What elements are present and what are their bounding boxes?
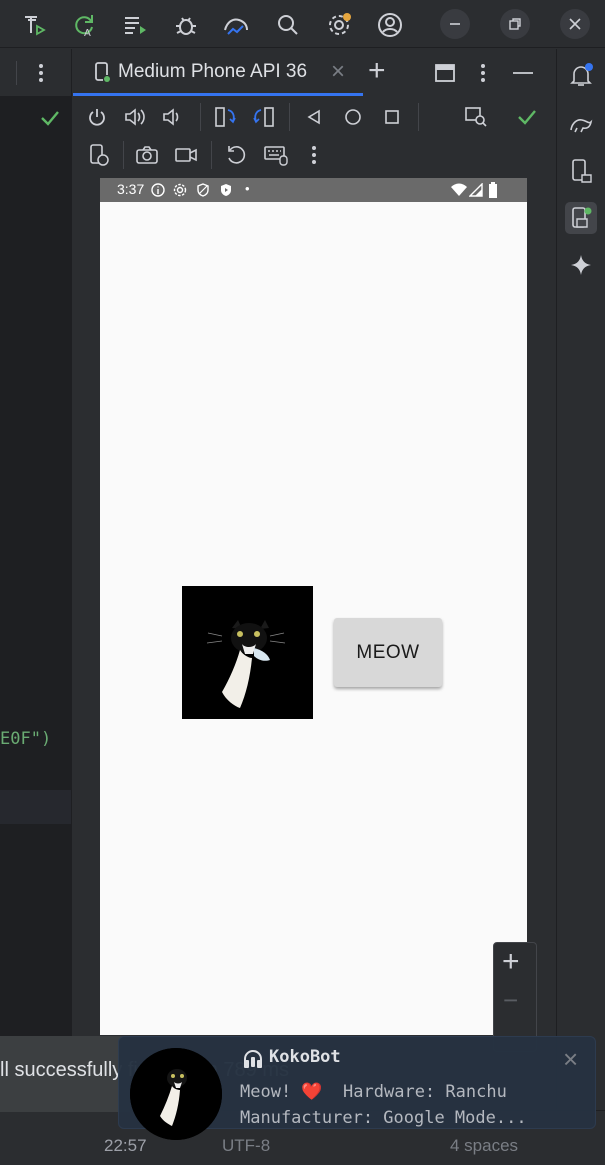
emulator-screen[interactable] bbox=[100, 178, 527, 1035]
divider bbox=[123, 141, 124, 169]
device-settings-icon[interactable] bbox=[87, 142, 111, 168]
divider bbox=[200, 103, 201, 131]
success-check-icon bbox=[515, 105, 539, 129]
notification-line-2: Manufacturer: Google Mode... bbox=[240, 1108, 527, 1128]
notification-close-icon[interactable]: × bbox=[563, 1044, 578, 1075]
settings-status-icon bbox=[172, 182, 188, 198]
running-devices-icon[interactable] bbox=[565, 202, 597, 234]
account-icon[interactable] bbox=[376, 11, 404, 39]
tab-label: Medium Phone API 36 bbox=[118, 61, 308, 82]
no-problems-check-icon bbox=[38, 107, 62, 129]
cursor-position[interactable]: 22:57 bbox=[104, 1136, 147, 1156]
headphones-icon bbox=[241, 1048, 265, 1070]
file-encoding[interactable]: UTF-8 bbox=[222, 1136, 270, 1156]
layout-inspector-icon[interactable] bbox=[463, 105, 489, 129]
settings-icon[interactable] bbox=[325, 11, 353, 39]
shield-icon bbox=[195, 182, 211, 198]
meow-button[interactable]: MEOW bbox=[334, 618, 442, 687]
screenshot-icon[interactable] bbox=[134, 142, 160, 168]
device-icon bbox=[92, 60, 114, 86]
notification-line-1: Meow! ❤️ Hardware: Ranchu bbox=[240, 1082, 507, 1102]
play-protect-icon bbox=[218, 182, 234, 198]
hide-panel-icon[interactable] bbox=[510, 60, 536, 86]
theme-run-icon[interactable] bbox=[20, 11, 48, 39]
reset-icon[interactable] bbox=[223, 142, 249, 168]
gemini-icon[interactable] bbox=[566, 250, 596, 280]
cat-image bbox=[182, 586, 313, 719]
svg-text:A: A bbox=[84, 28, 91, 38]
keyboard-mouse-icon[interactable] bbox=[262, 142, 290, 168]
restore-icon[interactable] bbox=[500, 9, 530, 39]
add-tab-icon[interactable]: + bbox=[368, 54, 386, 88]
power-icon[interactable] bbox=[85, 105, 109, 129]
notifications-icon[interactable] bbox=[566, 60, 596, 90]
rotate-right-icon[interactable] bbox=[251, 105, 277, 129]
kokobot-avatar bbox=[130, 1048, 222, 1140]
status-time: 3:37 bbox=[117, 181, 145, 197]
code-fragment: E0F") bbox=[0, 729, 52, 749]
tab-underline bbox=[73, 93, 363, 96]
battery-icon bbox=[486, 181, 500, 199]
signal-icon bbox=[468, 182, 484, 198]
divider bbox=[71, 49, 72, 1109]
home-icon[interactable] bbox=[341, 105, 365, 129]
more-options-icon[interactable] bbox=[30, 60, 52, 86]
zoom-in-button[interactable]: + bbox=[502, 945, 520, 979]
indent-setting[interactable]: 4 spaces bbox=[450, 1136, 518, 1156]
volume-down-icon[interactable] bbox=[160, 105, 184, 129]
overview-icon[interactable] bbox=[380, 105, 404, 129]
wifi-icon bbox=[451, 182, 467, 198]
gradle-icon[interactable] bbox=[566, 108, 596, 138]
minimize-icon[interactable] bbox=[440, 9, 470, 39]
info-icon bbox=[150, 182, 166, 198]
apply-changes-icon[interactable]: A bbox=[70, 11, 98, 39]
debug-icon[interactable] bbox=[172, 11, 200, 39]
window-layout-icon[interactable] bbox=[432, 60, 458, 86]
divider bbox=[289, 103, 290, 131]
divider bbox=[418, 103, 419, 131]
screen-record-icon[interactable] bbox=[173, 142, 199, 168]
more-device-actions-icon[interactable] bbox=[303, 142, 325, 168]
close-icon[interactable] bbox=[560, 9, 590, 39]
profiler-icon[interactable] bbox=[222, 11, 250, 39]
zoom-out-button[interactable]: − bbox=[503, 985, 518, 1016]
notification-title: KokoBot bbox=[269, 1047, 341, 1067]
back-icon[interactable] bbox=[302, 105, 326, 129]
status-dot: • bbox=[245, 181, 250, 196]
divider bbox=[16, 61, 17, 85]
editor-pane bbox=[0, 49, 71, 1109]
search-icon[interactable] bbox=[274, 11, 302, 39]
current-line-highlight bbox=[0, 790, 71, 824]
device-manager-icon[interactable] bbox=[566, 156, 596, 186]
volume-up-icon[interactable] bbox=[123, 105, 147, 129]
panel-options-icon[interactable] bbox=[472, 60, 494, 86]
tab-close-icon[interactable]: × bbox=[331, 58, 345, 86]
divider bbox=[211, 141, 212, 169]
run-list-icon[interactable] bbox=[121, 11, 149, 39]
rotate-left-icon[interactable] bbox=[212, 105, 238, 129]
